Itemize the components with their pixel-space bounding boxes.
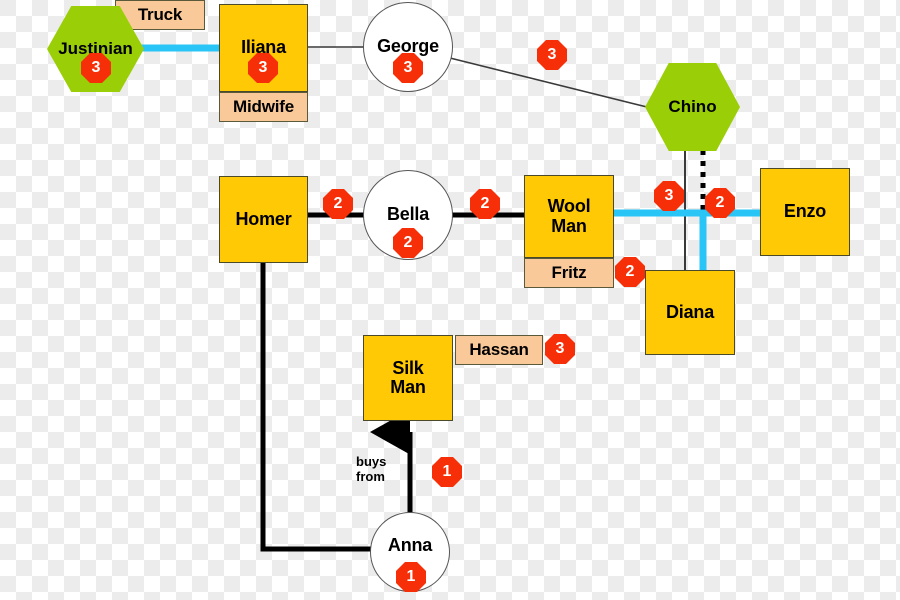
node-chino-label: Chino (668, 97, 717, 116)
node-homer[interactable]: Homer (219, 176, 308, 263)
attribute-label-hassan-text: Hassan (469, 340, 529, 359)
badge-homer-bella-edge-value: 2 (333, 195, 343, 212)
attribute-label-fritz-text: Fritz (551, 263, 587, 282)
badge-bella[interactable]: 2 (393, 228, 423, 258)
badge-chino-diana-edge[interactable]: 3 (654, 181, 684, 211)
node-silkman-label: Silk Man (390, 357, 426, 397)
node-bella-label: Bella (386, 204, 430, 225)
badge-george[interactable]: 3 (393, 53, 423, 83)
badge-iliana-value: 3 (258, 59, 268, 76)
badge-bella-woolman-edge-value: 2 (480, 195, 490, 212)
badge-bella-woolman-edge[interactable]: 2 (470, 189, 500, 219)
node-homer-label: Homer (235, 208, 292, 229)
badge-anna-value: 1 (406, 568, 416, 585)
node-woolman-label: Wool Man (547, 196, 591, 236)
node-diana-label: Diana (665, 301, 715, 322)
attribute-label-hassan: Hassan (455, 335, 543, 365)
edge-label-buys-from: buys from (356, 454, 387, 484)
badge-bella-value: 2 (403, 234, 413, 251)
badge-george-value: 3 (403, 59, 413, 76)
badge-george-chino-edge-value: 3 (547, 46, 557, 63)
attribute-label-midwife: Midwife (219, 92, 308, 122)
badge-chino-diana-edge-value: 3 (664, 187, 674, 204)
badge-fritz-value: 2 (625, 263, 635, 280)
badge-george-chino-edge[interactable]: 3 (537, 40, 567, 70)
badge-homer-bella-edge[interactable]: 2 (323, 189, 353, 219)
badge-anna[interactable]: 1 (396, 562, 426, 592)
badge-buys-from-edge-value: 1 (442, 463, 452, 480)
node-woolman[interactable]: Wool Man (524, 175, 614, 258)
edge-homer-anna (260, 262, 372, 552)
badge-chino-enzo-edge-value: 2 (715, 194, 725, 211)
node-silkman[interactable]: Silk Man (363, 335, 453, 421)
node-chino[interactable]: Chino (645, 63, 740, 151)
edge-label-buys-from-line1: buys (356, 454, 387, 469)
badge-justinian-value: 3 (91, 59, 101, 76)
node-anna-label: Anna (387, 535, 433, 556)
badge-hassan-value: 3 (555, 340, 565, 357)
badge-chino-enzo-edge[interactable]: 2 (705, 188, 735, 218)
node-enzo-label: Enzo (783, 201, 827, 222)
attribute-label-truck-text: Truck (137, 5, 183, 24)
attribute-label-fritz: Fritz (524, 258, 614, 288)
badge-buys-from-edge[interactable]: 1 (432, 457, 462, 487)
diagram-canvas: Truck Midwife Fritz Hassan Justinian Ili… (0, 0, 900, 600)
badge-hassan[interactable]: 3 (545, 334, 575, 364)
node-diana[interactable]: Diana (645, 270, 735, 355)
node-enzo[interactable]: Enzo (760, 168, 850, 256)
edge-label-buys-from-line2: from (356, 468, 385, 484)
badge-justinian[interactable]: 3 (81, 53, 111, 83)
badge-fritz[interactable]: 2 (615, 257, 645, 287)
attribute-label-midwife-text: Midwife (233, 97, 294, 116)
badge-iliana[interactable]: 3 (248, 53, 278, 83)
